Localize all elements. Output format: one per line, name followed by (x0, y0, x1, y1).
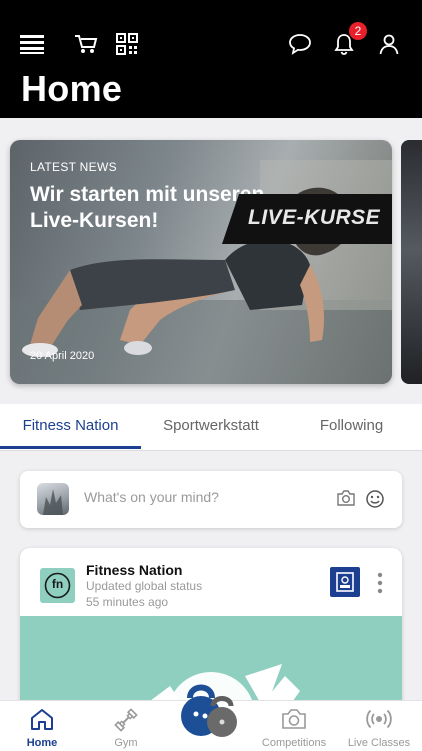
nav-item-competitions[interactable]: Competitions (252, 701, 336, 751)
nav-item-home[interactable]: Home (0, 701, 84, 751)
nav-label-home: Home (26, 737, 58, 749)
kettlebell-icon[interactable] (176, 670, 250, 744)
broadcast-icon (365, 707, 393, 736)
home-icon (29, 707, 55, 736)
nav-label-competitions: Competitions (261, 737, 327, 749)
post-timestamp: 55 minutes ago (86, 595, 169, 609)
tab-fitness-nation[interactable]: Fitness Nation (0, 404, 141, 450)
emoji-icon[interactable] (365, 489, 385, 514)
nav-label-gym: Gym (114, 737, 138, 749)
live-kurse-banner-text: LIVE-KURSE (248, 206, 381, 229)
menu-icon[interactable] (18, 30, 46, 58)
status-input[interactable] (84, 489, 314, 505)
chat-icon[interactable] (286, 30, 314, 58)
nav-label-live-classes: Live Classes (347, 737, 411, 749)
author-avatar-text: fn (51, 577, 64, 591)
author-avatar[interactable]: fn (40, 568, 75, 603)
tab-following[interactable]: Following (281, 404, 422, 450)
feed-tabs: Fitness Nation Sportwerkstatt Following (0, 404, 422, 451)
next-news-card[interactable] (401, 140, 422, 384)
tab-sportwerkstatt[interactable]: Sportwerkstatt (141, 404, 281, 450)
nav-item-gym[interactable]: Gym (84, 701, 168, 751)
post-author[interactable]: Fitness Nation (86, 562, 182, 578)
dumbbell-icon (113, 707, 139, 738)
camera-icon (280, 707, 308, 736)
page-title: Home (21, 68, 123, 109)
news-kicker: LATEST NEWS (30, 160, 117, 174)
nav-item-live-classes[interactable]: Live Classes (336, 701, 422, 751)
post-composer (20, 471, 402, 528)
checkin-icon (336, 572, 354, 592)
active-tab-indicator (0, 446, 141, 449)
profile-icon[interactable] (375, 30, 403, 58)
camera-icon[interactable] (336, 489, 356, 512)
cart-icon[interactable] (72, 30, 100, 58)
app-header: 2 Home (0, 0, 422, 118)
news-date: 20 April 2020 (30, 350, 95, 362)
post-status: Updated global status (86, 579, 203, 593)
news-photo (10, 160, 392, 384)
news-card[interactable]: LATEST NEWS Wir starten mit unseren Live… (10, 140, 392, 384)
qr-code-icon[interactable] (113, 30, 141, 58)
avatar (37, 483, 69, 515)
post-action-button[interactable] (330, 567, 360, 597)
notification-badge: 2 (349, 22, 367, 40)
more-options-icon[interactable] (372, 570, 388, 596)
